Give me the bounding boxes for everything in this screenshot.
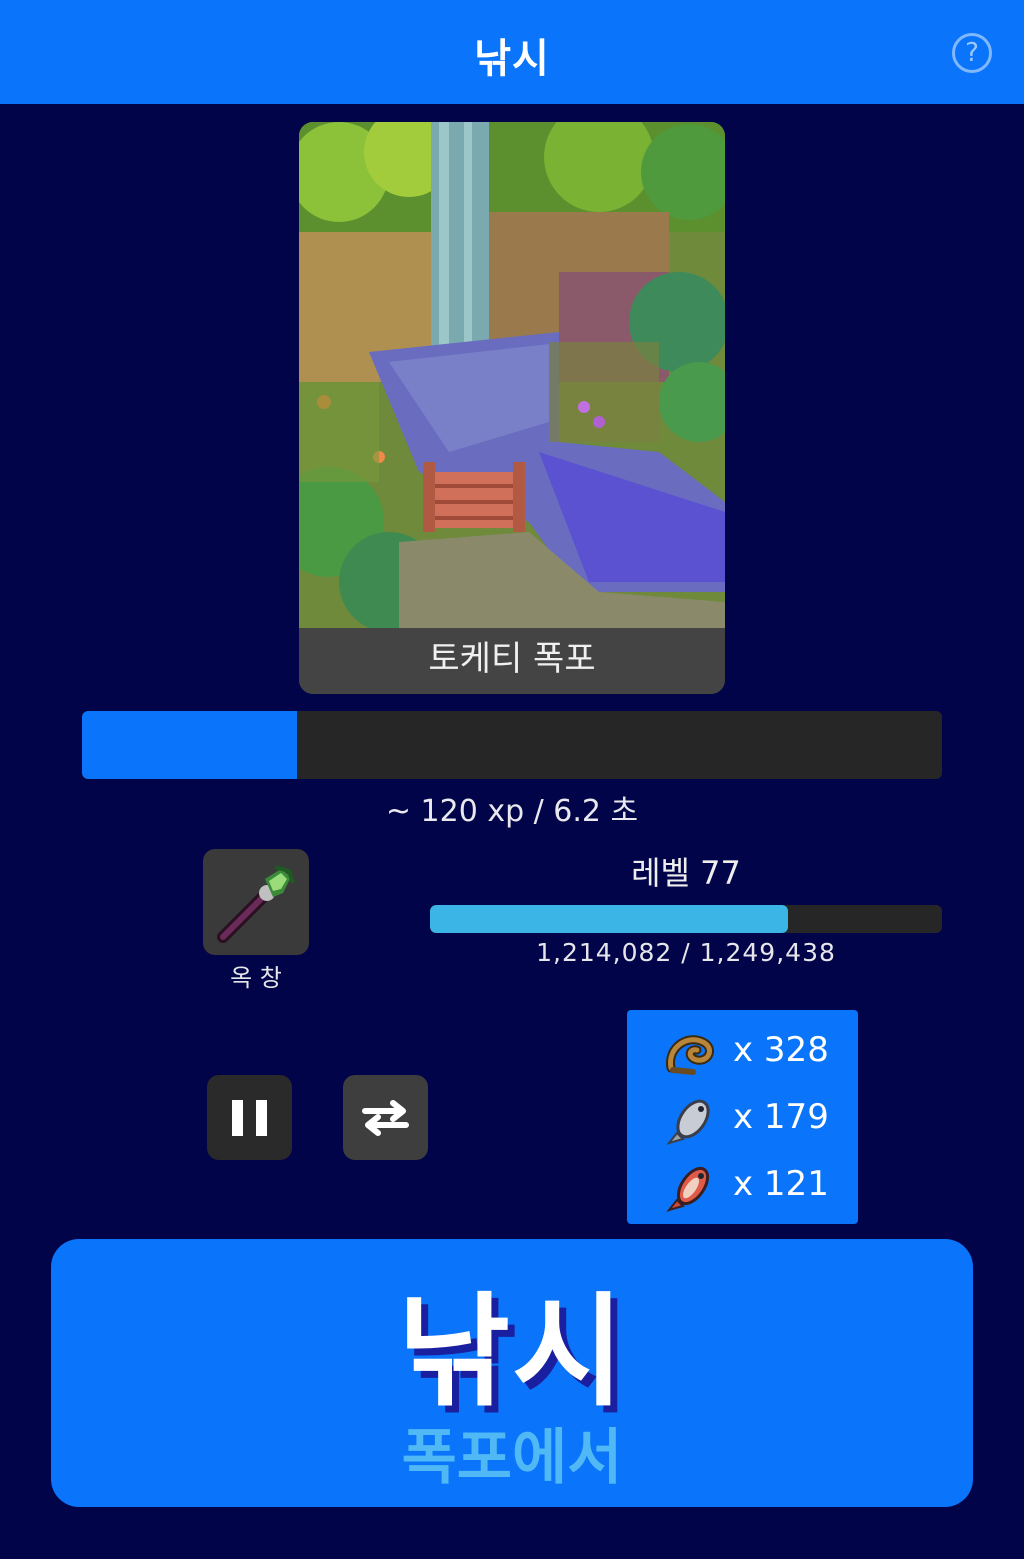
loot-panel: x 328 x 179 x 121 <box>627 1010 858 1224</box>
loot-count: x 121 <box>733 1164 829 1204</box>
jade-spear-icon <box>217 865 295 943</box>
loot-count: x 179 <box>733 1097 829 1137</box>
pause-icon <box>232 1100 267 1136</box>
level-progress-bar <box>430 905 942 933</box>
pause-button[interactable] <box>207 1075 292 1160</box>
action-progress-bar <box>82 711 942 779</box>
level-xp-text: 1,214,082 / 1,249,438 <box>536 938 836 967</box>
silver-fish-icon <box>666 1099 710 1145</box>
level-label: 레벨 77 <box>631 854 741 892</box>
red-fish-icon <box>666 1166 710 1212</box>
loot-count: x 328 <box>733 1030 829 1070</box>
swap-button[interactable] <box>343 1075 428 1160</box>
tool-name: 옥 창 <box>230 964 282 992</box>
fish-action-subtitle: 폭포에서 <box>401 1423 623 1493</box>
help-icon[interactable]: ? <box>952 33 992 73</box>
tool-slot[interactable] <box>203 849 309 955</box>
fish-action-button[interactable]: 낚시 폭포에서 <box>51 1239 973 1507</box>
top-bar: 낚시 ? <box>0 0 1024 104</box>
xp-rate-text: ~ 120 xp / 6.2 초 <box>385 794 639 829</box>
waterfall-scene-image <box>299 122 725 628</box>
loot-item: x 328 <box>627 1022 858 1082</box>
loot-item: x 179 <box>627 1089 858 1149</box>
eel-icon <box>666 1035 714 1075</box>
swap-arrows-icon <box>362 1100 409 1136</box>
location-name: 토케티 폭포 <box>299 628 725 694</box>
page-title: 낚시 <box>474 36 550 82</box>
location-card: 토케티 폭포 <box>299 122 725 694</box>
action-progress-fill <box>82 711 297 779</box>
loot-item: x 121 <box>627 1156 858 1216</box>
level-progress-fill <box>430 905 789 933</box>
fish-action-title: 낚시 <box>397 1281 627 1423</box>
